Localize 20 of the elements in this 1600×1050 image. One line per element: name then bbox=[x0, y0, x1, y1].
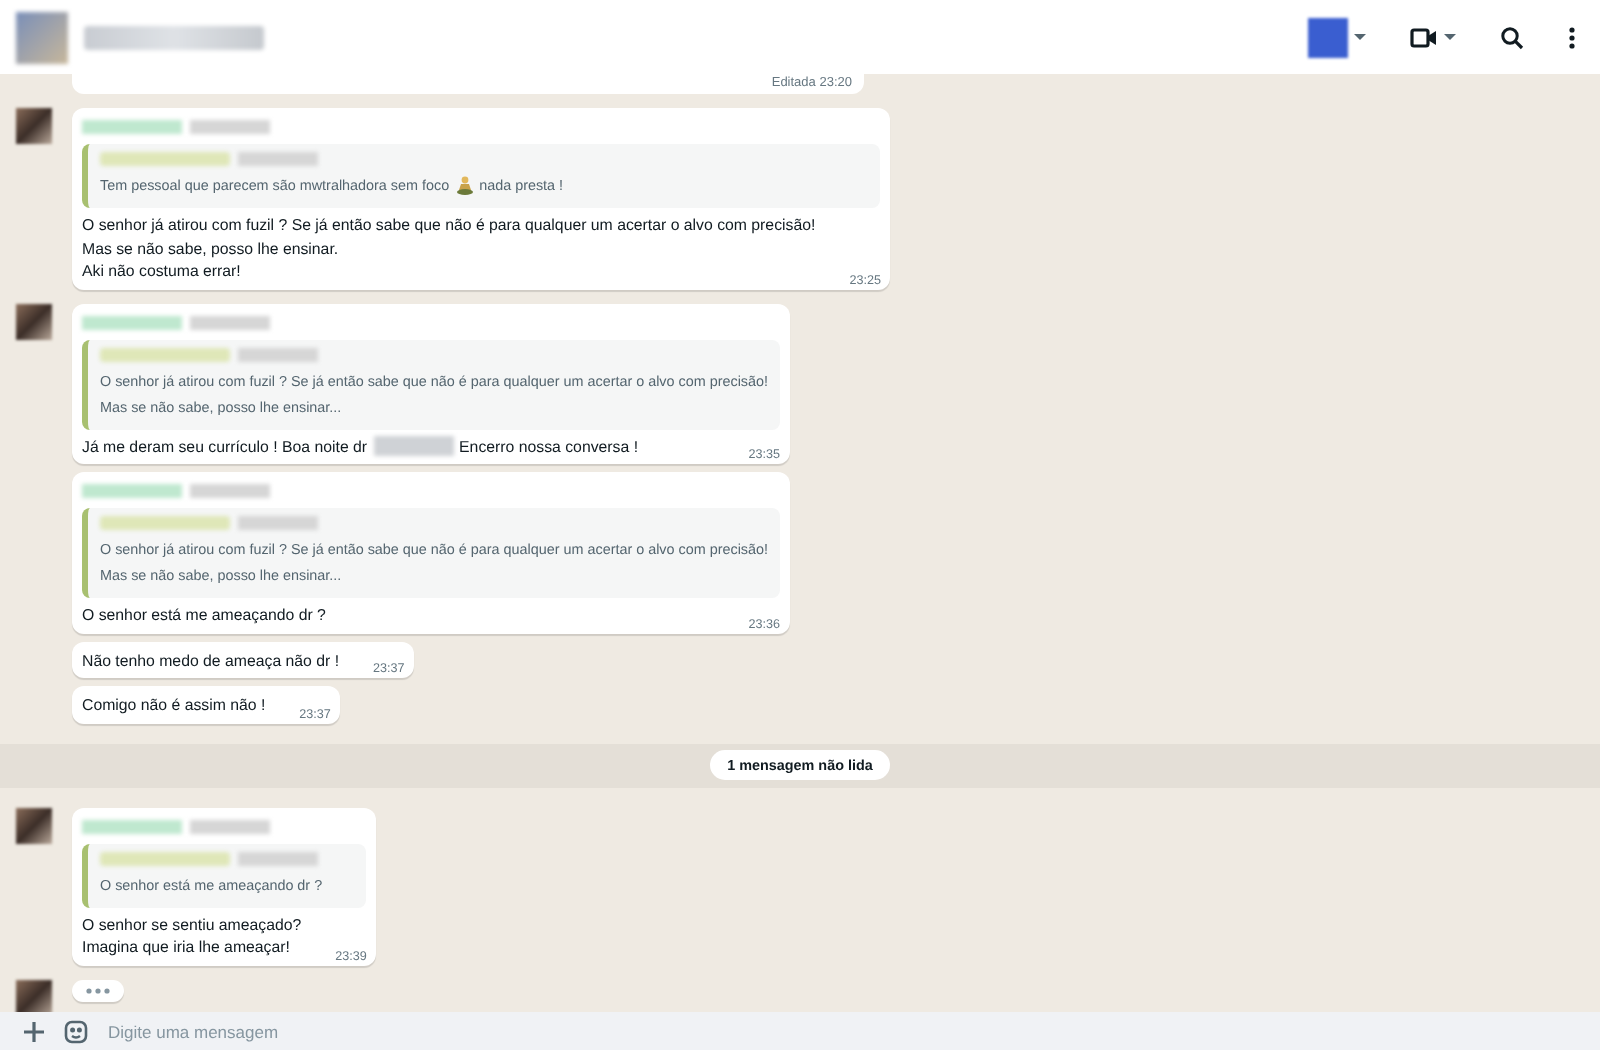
caret-icon bbox=[1354, 33, 1366, 41]
video-camera-icon bbox=[1410, 27, 1438, 47]
redacted-quoted-sender bbox=[238, 347, 318, 361]
redacted-quoted-sender bbox=[238, 851, 318, 865]
sticker-icon[interactable] bbox=[64, 1019, 88, 1043]
redacted-quoted-sender bbox=[100, 347, 230, 361]
redacted-quoted-sender bbox=[100, 851, 230, 865]
redacted-name-block bbox=[373, 436, 454, 457]
caret-icon bbox=[1444, 33, 1456, 41]
meditating-figure-icon bbox=[455, 176, 474, 197]
redacted-quoted-sender bbox=[238, 516, 318, 530]
redacted-quoted-sender bbox=[238, 152, 318, 166]
video-call-button[interactable] bbox=[1406, 23, 1460, 51]
redacted-quoted-sender bbox=[100, 516, 230, 530]
typing-dots-icon bbox=[86, 987, 110, 993]
search-icon[interactable] bbox=[1496, 21, 1528, 53]
redacted-quoted-sender bbox=[100, 152, 230, 166]
plus-icon[interactable] bbox=[24, 1021, 44, 1041]
menu-icon[interactable] bbox=[1564, 21, 1580, 53]
profile-menu-button[interactable] bbox=[1304, 13, 1370, 61]
